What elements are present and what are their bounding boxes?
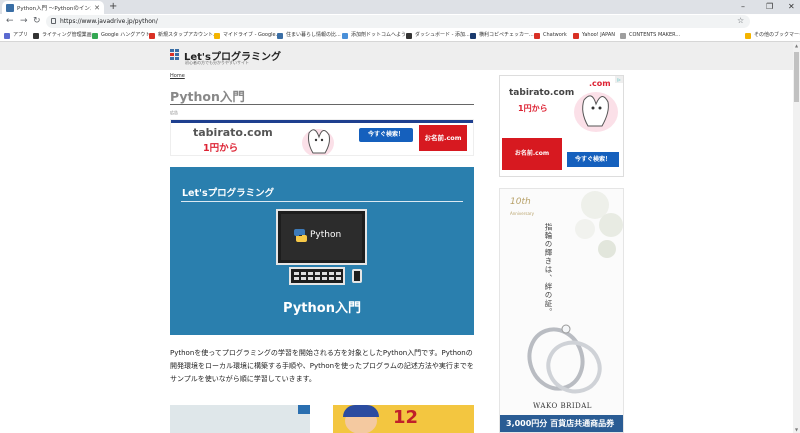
browser-toolbar: ← → ↻ https://www.javadrive.jp/python/ ☆…: [0, 14, 800, 40]
bookmark-yahoo[interactable]: Yahoo! JAPAN: [573, 31, 615, 40]
bookmark-item[interactable]: マイドライブ - Google...: [214, 31, 280, 40]
bookmark-item[interactable]: CONTENTS MAKER...: [620, 31, 680, 40]
sidebar-ad-logo[interactable]: お名前.com: [502, 138, 562, 170]
mascot-hand-icon: [574, 92, 618, 132]
maximize-button[interactable]: ❐: [766, 1, 773, 12]
site-icon: [342, 32, 348, 39]
anniversary-sub: Anniversary: [510, 211, 534, 216]
scrollbar-thumb[interactable]: [794, 52, 799, 102]
character-hair: [343, 405, 379, 417]
sidebar-ad-brand: tabirato.com: [509, 88, 575, 98]
bookmark-item[interactable]: Google ハングアウト: [92, 31, 150, 40]
site-logo-subtitle: 初心者の方でも分かりやすいサイト: [185, 60, 249, 65]
sidebar-ad-top[interactable]: ▷ .com tabirato.com 1円から お名前.com 今すぐ検索！: [499, 75, 624, 177]
url-text[interactable]: https://www.javadrive.jp/python/: [60, 17, 158, 26]
bookmark-item[interactable]: 添加剤ドットコムへよう...: [342, 31, 411, 40]
monitor-screen: Python: [281, 214, 362, 260]
sidebar-ad-search-button[interactable]: 今すぐ検索！: [567, 152, 619, 167]
wedding-rings-image: [527, 324, 602, 394]
site-icon: [277, 32, 283, 39]
yahoo-icon: [573, 32, 579, 39]
hero-divider: [181, 201, 463, 202]
address-bar[interactable]: https://www.javadrive.jp/python/ ☆: [46, 15, 750, 28]
bookmark-apps[interactable]: アプリ: [4, 31, 28, 40]
ad-label: 広告: [170, 110, 178, 115]
adchoices-icon[interactable]: ▷: [615, 76, 623, 83]
anniversary-mark: 10th: [510, 197, 531, 207]
reload-button[interactable]: ↻: [33, 16, 41, 27]
bookmark-item[interactable]: ライティング管理業画: [33, 31, 92, 40]
bookmark-chatwork[interactable]: Chatwork: [534, 31, 567, 40]
bookmark-star-icon[interactable]: ☆: [737, 16, 744, 25]
thumbnail-badge: [298, 405, 310, 414]
hero-image: Let'sプログラミング Python Python入門: [170, 167, 474, 335]
tab-close-icon[interactable]: ✕: [94, 4, 100, 12]
scroll-up-arrow-icon[interactable]: ▲: [793, 42, 800, 49]
back-button[interactable]: ←: [6, 16, 14, 27]
banner-onamae-logo[interactable]: お名前.com: [419, 125, 467, 151]
close-window-button[interactable]: ✕: [788, 1, 795, 12]
banner-ad[interactable]: tabirato.com 1円から 今すぐ検索！ お名前.com: [170, 119, 474, 156]
flowers-decoration: [575, 191, 623, 258]
keyboard-illustration: [289, 267, 345, 285]
chatwork-icon: [534, 32, 540, 39]
forward-button[interactable]: →: [20, 16, 28, 27]
thumbnail-number: 12: [393, 407, 419, 428]
page-title: Python入門: [170, 89, 245, 104]
sidebar-ad-com: .com: [589, 79, 611, 88]
bookmark-item[interactable]: 横利コピペチェッカー...: [470, 31, 534, 40]
minimize-button[interactable]: –: [741, 1, 745, 12]
bookmarks-bar: アプリ ライティング管理業画 Google ハングアウト 新規スタップアカウント…: [0, 29, 800, 42]
bookmark-item[interactable]: 住まい暮らし情報の比...: [277, 31, 341, 40]
site-header: Let'sプログラミング 初心者の方でも分かりやすいサイト: [0, 42, 793, 70]
banner-search-button[interactable]: 今すぐ検索！: [359, 128, 413, 142]
lock-icon: [51, 18, 56, 24]
hero-heading: Let'sプログラミング: [182, 188, 275, 199]
monitor-illustration: Python: [276, 209, 367, 265]
sidebar-ad-bottom[interactable]: 10th Anniversary 指輪の輝きは、絆の証。 WAKO BRIDAL…: [499, 188, 624, 433]
globe-icon: [33, 32, 39, 39]
site-icon: [620, 32, 626, 39]
mascot-hand-icon: [302, 129, 334, 155]
python-logo-icon: [294, 229, 307, 242]
drive-icon: [214, 32, 220, 39]
promo-text: 3,000円分 百貨店共通商品券: [506, 419, 615, 428]
monitor-text: Python: [310, 230, 342, 240]
web-page: Let'sプログラミング 初心者の方でも分かりやすいサイト Home Pytho…: [0, 42, 793, 433]
tab-title: Python入門 ～Pythonのインストール: [17, 5, 91, 12]
page-scrollbar[interactable]: ▲ ▼: [793, 42, 800, 433]
hero-caption: Python入門: [283, 301, 361, 316]
banner-price: 1円から: [203, 143, 239, 154]
tab-favicon-icon: [6, 3, 14, 12]
wako-bridal-logo: WAKO BRIDAL: [533, 402, 592, 410]
site-logo-icon[interactable]: [170, 49, 180, 61]
site-icon: [470, 32, 476, 39]
globe-icon: [406, 32, 412, 39]
article-thumbnail[interactable]: [170, 405, 310, 433]
folder-icon: [745, 32, 751, 39]
tab-strip: Python入門 ～Pythonのインストール ✕ + – ❐ ✕: [0, 0, 800, 14]
mouse-illustration: [352, 269, 362, 283]
new-tab-button[interactable]: +: [109, 1, 117, 13]
banner-brand: tabirato.com: [193, 126, 273, 139]
gmail-icon: [149, 32, 155, 39]
promo-band: 3,000円分 百貨店共通商品券: [500, 415, 623, 432]
browser-tab[interactable]: Python入門 ～Pythonのインストール ✕: [2, 1, 104, 14]
bookmark-item[interactable]: 新規スタップアカウント...: [149, 31, 218, 40]
bookmark-item[interactable]: ダッシュボード - 添加...: [406, 31, 470, 40]
article-thumbnail[interactable]: 12: [333, 405, 474, 433]
breadcrumb-home[interactable]: Home: [170, 73, 185, 79]
apps-grid-icon: [4, 32, 10, 39]
title-divider: [170, 104, 474, 105]
scroll-down-arrow-icon[interactable]: ▼: [793, 426, 800, 433]
hangouts-icon: [92, 32, 98, 39]
sidebar-ad-price: 1円から: [518, 104, 548, 113]
intro-paragraph: Pythonを使ってプログラミングの学習を開始される方を対象としたPython入…: [170, 349, 474, 383]
other-bookmarks[interactable]: その他のブックマーク: [745, 31, 800, 40]
